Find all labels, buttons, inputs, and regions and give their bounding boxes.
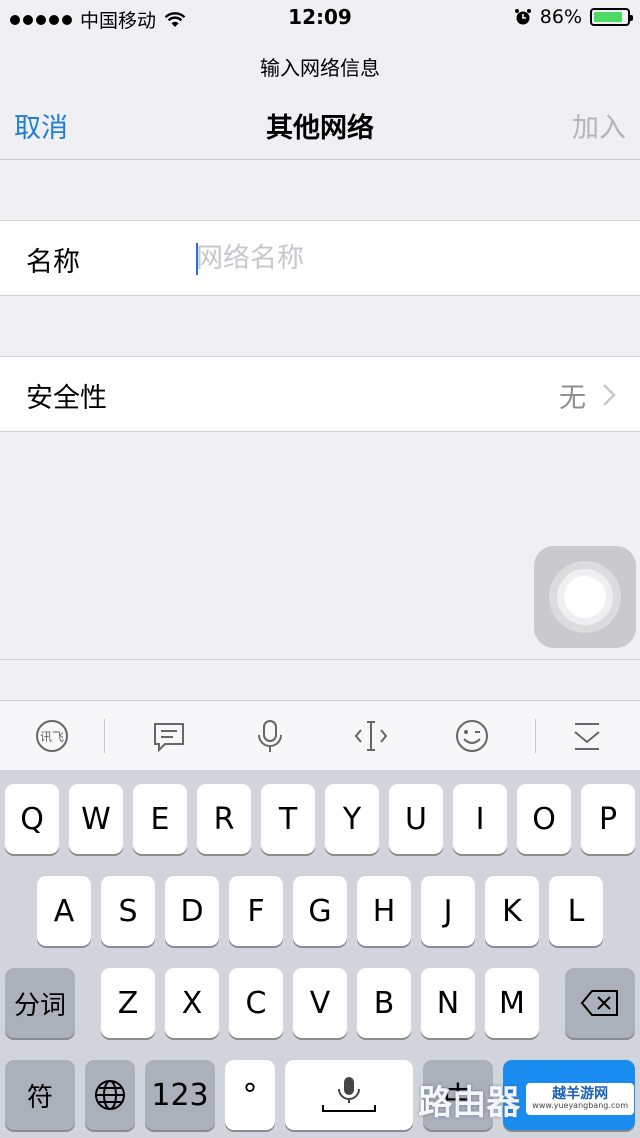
key-p[interactable]: P [581, 784, 635, 854]
name-row[interactable]: 名称 [0, 220, 640, 296]
key-b[interactable]: B [357, 968, 411, 1038]
security-row[interactable]: 安全性 无 [0, 356, 640, 432]
key-w[interactable]: W [69, 784, 123, 854]
key-g[interactable]: G [293, 876, 347, 946]
space-key[interactable] [285, 1060, 413, 1130]
key-m[interactable]: M [485, 968, 539, 1038]
delete-key[interactable] [565, 968, 635, 1038]
assistive-touch-button[interactable] [534, 546, 636, 648]
numbers-key[interactable]: 123 [145, 1060, 215, 1130]
key-k[interactable]: K [485, 876, 539, 946]
battery-icon [590, 8, 633, 26]
key-o[interactable]: O [517, 784, 571, 854]
microphone-icon[interactable] [252, 718, 288, 754]
page-title: 其他网络 [266, 113, 374, 144]
security-label: 安全性 [26, 383, 107, 414]
backspace-icon [580, 990, 618, 1016]
name-label: 名称 [26, 247, 80, 278]
key-n[interactable]: N [421, 968, 475, 1038]
key-u[interactable]: U [389, 784, 443, 854]
key-d[interactable]: D [165, 876, 219, 946]
globe-icon [95, 1080, 125, 1110]
navigation-bar: 取消 其他网络 加入 [0, 92, 640, 160]
emoji-icon[interactable] [454, 718, 490, 754]
key-s[interactable]: S [101, 876, 155, 946]
key-i[interactable]: I [453, 784, 507, 854]
symbol-key[interactable]: 符 [5, 1060, 75, 1130]
key-h[interactable]: H [357, 876, 411, 946]
divider [0, 659, 640, 660]
keyboard-toolbar: 讯飞 [0, 700, 640, 770]
message-icon[interactable] [151, 718, 187, 754]
join-button[interactable]: 加入 [572, 106, 626, 145]
key-v[interactable]: V [293, 968, 347, 1038]
nav-subtitle: 输入网络信息 [260, 56, 380, 80]
battery-fill [594, 12, 622, 22]
punctuation-key[interactable]: ° [225, 1060, 275, 1130]
segment-key[interactable]: 分词 [5, 968, 75, 1038]
chevron-right-icon [603, 384, 616, 406]
key-j[interactable]: J [421, 876, 475, 946]
watermark: 路由器 越羊游网 www.yueyangbang.com [400, 1060, 640, 1138]
key-a[interactable]: A [37, 876, 91, 946]
key-e[interactable]: E [133, 784, 187, 854]
cursor-move-icon[interactable] [353, 718, 389, 754]
status-right: 86% [514, 6, 633, 28]
battery-percent: 86% [539, 6, 582, 28]
alarm-icon [514, 9, 531, 25]
key-y[interactable]: Y [325, 784, 379, 854]
security-value: 无 [559, 383, 586, 414]
key-l[interactable]: L [549, 876, 603, 946]
key-z[interactable]: Z [101, 968, 155, 1038]
status-bar: 中国移动 12:09 86% [0, 0, 640, 36]
space-mic-icon [322, 1077, 376, 1112]
key-t[interactable]: T [261, 784, 315, 854]
svg-text:讯飞: 讯飞 [40, 730, 64, 744]
key-q[interactable]: Q [5, 784, 59, 854]
hide-keyboard-icon[interactable] [569, 718, 605, 754]
key-x[interactable]: X [165, 968, 219, 1038]
text-caret [196, 243, 198, 275]
network-name-input[interactable] [196, 235, 616, 281]
watermark-text: 路由器 [418, 1082, 521, 1123]
watermark-badge: 越羊游网 www.yueyangbang.com [526, 1082, 634, 1116]
xunfei-icon[interactable]: 讯飞 [34, 718, 70, 754]
globe-key[interactable] [85, 1060, 135, 1130]
key-r[interactable]: R [197, 784, 251, 854]
key-f[interactable]: F [229, 876, 283, 946]
key-c[interactable]: C [229, 968, 283, 1038]
